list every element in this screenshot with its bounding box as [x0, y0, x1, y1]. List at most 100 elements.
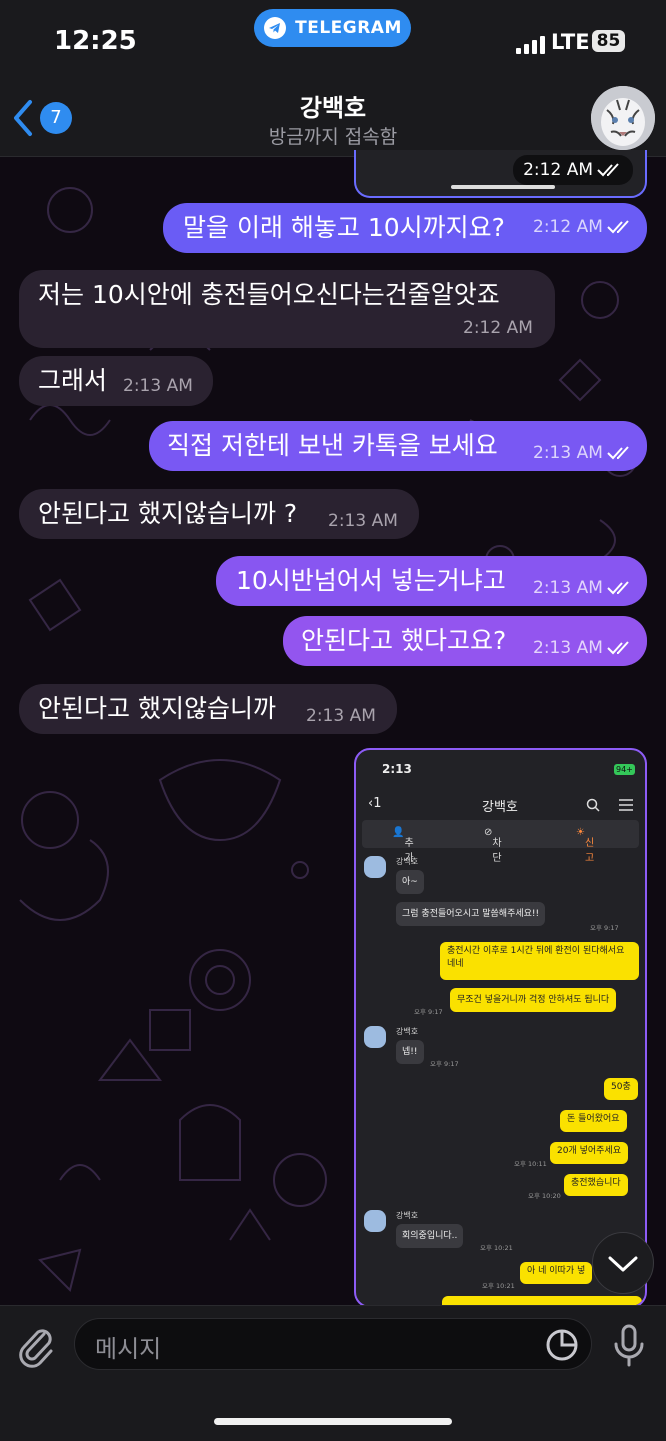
back-button[interactable]: 7	[10, 98, 72, 138]
back-chevron-icon	[14, 100, 32, 136]
embedded-timestamp: 오후 9:17	[414, 1008, 443, 1016]
menu-icon	[619, 799, 633, 811]
message-bubble-out[interactable]: 말을 이래 해놓고 10시까지요? 2:12 AM	[163, 203, 647, 253]
read-ticks-icon	[607, 220, 629, 234]
embedded-avatar	[364, 1210, 386, 1232]
embedded-chat-header: ‹1 강백호	[356, 790, 645, 820]
message-input-bar: 메시지	[0, 1305, 666, 1441]
embedded-bubble-out: 20개 넣어주세요	[550, 1142, 628, 1164]
embedded-time: 2:13	[382, 762, 412, 776]
message-meta: 2:12 AM	[533, 217, 633, 237]
message-bubble-out[interactable]: 안된다고 했다고요? 2:13 AM	[283, 616, 647, 666]
embedded-home-indicator	[451, 185, 555, 189]
embedded-bubble-out: 충전했습니다	[564, 1174, 628, 1196]
embedded-timestamp: 오후 10:21	[480, 1244, 513, 1252]
app-pill-label: TELEGRAM	[295, 18, 402, 38]
embedded-timestamp: 오후 9:17	[590, 924, 619, 932]
read-ticks-icon	[607, 641, 629, 655]
message-meta: 2:13 AM	[328, 511, 398, 531]
read-ticks-icon	[607, 581, 629, 595]
network-type: LTE	[551, 30, 590, 54]
message-time: 2:12 AM	[523, 160, 593, 180]
read-ticks-icon	[597, 163, 619, 177]
embedded-back: ‹1	[368, 796, 382, 811]
embedded-title: 강백호	[482, 800, 518, 815]
message-meta: 2:12 AM	[463, 318, 533, 338]
message-text: 안된다고 했다고요?	[301, 626, 507, 655]
clock: 12:25	[54, 26, 137, 56]
unread-count-badge: 7	[40, 102, 72, 134]
embedded-avatar	[364, 856, 386, 878]
message-time: 2:13 AM	[328, 511, 398, 531]
message-bubble-in[interactable]: 저는 10시안에 충전들어오신다는건줄알앗죠 2:12 AM	[19, 270, 555, 348]
embedded-battery: 94+	[614, 764, 635, 775]
message-input[interactable]: 메시지	[74, 1318, 592, 1370]
embedded-sender: 강백호	[396, 1027, 419, 1036]
embedded-timestamp: 오후 10:11	[514, 1160, 547, 1168]
read-ticks-icon	[607, 446, 629, 460]
embedded-bubble-out: 돈 들어왔어요	[560, 1110, 627, 1132]
message-time: 2:13 AM	[533, 578, 603, 598]
message-bubble-in[interactable]: 안된다고 했지않습니까 ? 2:13 AM	[19, 489, 419, 539]
mic-icon[interactable]	[612, 1324, 646, 1368]
embedded-bubble-in: 아~	[396, 870, 424, 894]
embedded-bubble-out: 아 네 이따가 넣	[520, 1262, 593, 1284]
message-bubble-in[interactable]: 안된다고 했지않습니까 2:13 AM	[19, 684, 397, 734]
message-bubble-out[interactable]: 직접 저한테 보낸 카톡을 보세요 2:13 AM	[149, 421, 647, 471]
message-time: 2:13 AM	[123, 376, 193, 396]
embedded-action-bar: 👤 추가 ⊘ 차단 ☀ 신고	[362, 820, 639, 864]
embedded-timestamp: 오후 10:20	[528, 1192, 561, 1200]
signal-icon	[516, 36, 545, 54]
embedded-action-block: ⊘ 차단	[484, 827, 502, 864]
embedded-bubble-in: 넵!!	[396, 1040, 424, 1064]
embedded-sender: 강백호	[396, 857, 419, 866]
battery-level: 85	[592, 30, 625, 52]
message-bubble-in[interactable]: 그래서 2:13 AM	[19, 356, 213, 406]
message-text: 말을 이래 해놓고 10시까지요?	[183, 213, 505, 242]
embedded-status-bar: 2:13 94+	[356, 750, 645, 788]
message-time: 2:13 AM	[533, 443, 603, 463]
status-bar: 12:25 TELEGRAM LTE 85	[0, 0, 666, 80]
scroll-down-icon	[608, 1256, 638, 1272]
message-meta: 2:13 AM	[306, 706, 376, 726]
embedded-action-report: ☀ 신고	[576, 827, 595, 864]
last-seen-status: 방금까지 접속함	[268, 126, 398, 148]
message-text: 안된다고 했지않습니까	[38, 694, 276, 723]
message-text: 안된다고 했지않습니까 ?	[38, 499, 298, 528]
home-indicator	[214, 1418, 452, 1425]
embedded-bubble-out: 무조건 넣을거니까 걱정 안하셔도 됩니다	[450, 988, 617, 1012]
embedded-bubble-in: 회의중입니다..	[396, 1224, 464, 1248]
message-meta: 2:12 AM	[513, 155, 633, 185]
message-meta: 2:13 AM	[533, 638, 633, 658]
image-message-kakaotalk-screenshot[interactable]: 2:13 94+ ‹1 강백호 👤 추가 ⊘ 차단 ☀ 신고 강백호 아~ 그럼 충…	[354, 748, 647, 1308]
embedded-timestamp: 오후 9:17	[430, 1060, 459, 1068]
previous-image-message[interactable]: 2:12 AM	[354, 150, 647, 198]
embedded-bubble-out: 50충	[604, 1078, 638, 1100]
message-bubble-out[interactable]: 10시반넘어서 넣는거냐고 2:13 AM	[216, 556, 647, 606]
attach-icon[interactable]	[16, 1324, 56, 1368]
message-time: 2:13 AM	[533, 638, 603, 658]
embedded-bubble-out: 충전시간 이후로 1시간 뒤에 환전이 된다해서요 네네	[440, 942, 639, 980]
sticker-icon[interactable]	[545, 1328, 579, 1362]
message-text: 10시반넘어서 넣는거냐고	[236, 566, 506, 595]
telegram-return-pill[interactable]: TELEGRAM	[254, 9, 411, 47]
message-time: 2:12 AM	[533, 217, 603, 237]
embedded-sender: 강백호	[396, 1211, 419, 1220]
message-text: 저는 10시안에 충전들어오신다는건줄알앗죠	[38, 280, 500, 309]
message-text: 그래서	[38, 366, 108, 395]
tiger-avatar-image	[591, 86, 655, 150]
embedded-avatar	[364, 1026, 386, 1048]
scroll-to-bottom-button[interactable]	[592, 1232, 654, 1294]
message-text: 직접 저한테 보낸 카톡을 보세요	[167, 431, 498, 460]
message-meta: 2:13 AM	[533, 578, 633, 598]
message-meta: 2:13 AM	[123, 376, 193, 396]
message-input-placeholder: 메시지	[95, 1335, 162, 1363]
embedded-bubble-in: 그럼 충전들어오시고 말씀해주세요!!	[396, 902, 546, 926]
telegram-plane-icon	[264, 17, 287, 39]
contact-avatar[interactable]	[591, 86, 655, 150]
chat-title[interactable]: 강백호	[0, 88, 666, 123]
search-icon	[586, 798, 600, 812]
message-meta: 2:13 AM	[533, 443, 633, 463]
message-time: 2:13 AM	[306, 706, 376, 726]
message-time: 2:12 AM	[463, 318, 533, 338]
